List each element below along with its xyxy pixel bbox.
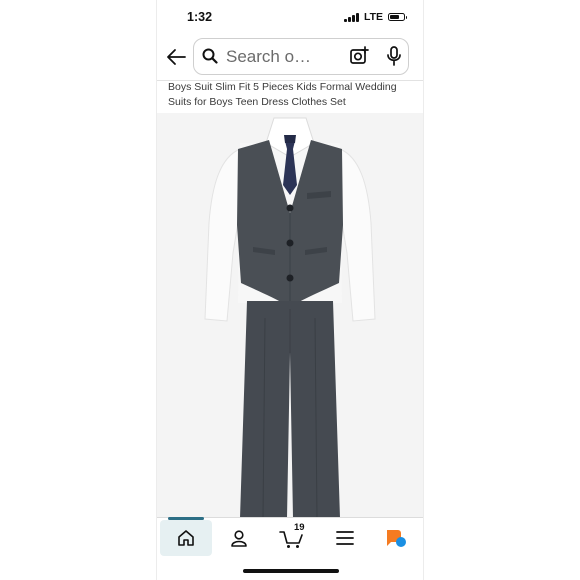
assistant-icon [387,530,406,547]
status-bar: 1:32 LTE [157,0,423,34]
product-image[interactable] [157,113,423,518]
back-arrow-icon[interactable] [165,46,187,68]
nav-account[interactable] [213,518,265,558]
phone-screen: 1:32 LTE Search o… Boys Suit Slim Fit 5 … [157,0,423,580]
camera-search-icon[interactable] [349,46,369,66]
account-icon [231,530,247,547]
suit-image [204,117,376,518]
search-icon [202,48,218,64]
nav-menu[interactable] [319,518,371,558]
search-header: Search o… [157,34,423,81]
nav-home[interactable] [160,517,212,556]
menu-icon [336,531,354,545]
home-icon [178,530,194,546]
product-title-link[interactable]: Boys Suit Slim Fit 5 Pieces Kids Formal … [168,81,397,108]
status-indicators: LTE [344,11,407,23]
battery-icon [388,13,407,21]
home-indicator[interactable] [243,569,339,573]
network-label: LTE [363,11,383,23]
cart-count-badge: 19 [294,522,305,533]
search-placeholder: Search o… [226,47,312,66]
status-time: 1:32 [187,10,213,24]
signal-icon [344,12,359,22]
nav-cart[interactable]: 19 [266,518,318,558]
product-title[interactable]: Boys Suit Slim Fit 5 Pieces Kids Formal … [168,80,420,110]
nav-assistant[interactable] [370,518,422,558]
search-input[interactable]: Search o… [193,38,409,75]
microphone-icon[interactable] [386,46,402,66]
